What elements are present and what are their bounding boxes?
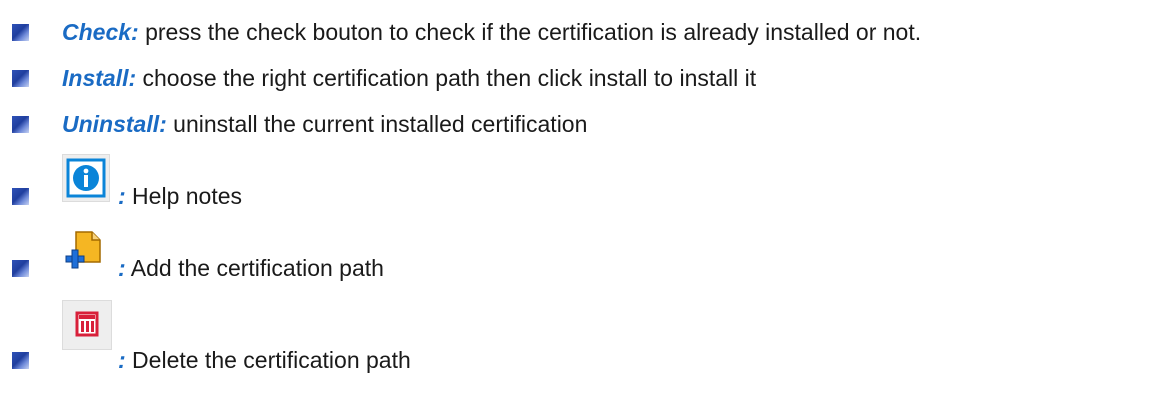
list-item-check: Check: press the check bouton to check i… xyxy=(0,12,1154,52)
bullet-icon xyxy=(12,188,29,205)
list-item-delete: : Delete the certification path xyxy=(0,294,1154,390)
install-description: Install: choose the right certification … xyxy=(62,64,756,92)
bullet-icon xyxy=(12,24,29,41)
keyword-check: Check: xyxy=(62,19,139,45)
text-uninstall: uninstall the current installed certific… xyxy=(166,111,588,137)
text-help: Help notes xyxy=(125,183,243,209)
colon-delete: : xyxy=(118,347,126,373)
bullet-icon xyxy=(12,352,29,369)
colon-help: : xyxy=(118,183,126,209)
keyword-install: Install: xyxy=(62,65,137,91)
text-install: choose the right certification path then… xyxy=(136,65,757,91)
list-item-add: : Add the certification path xyxy=(0,222,1154,286)
help-description: : Help notes xyxy=(118,182,242,210)
uninstall-description: Uninstall: uninstall the current install… xyxy=(62,110,587,138)
bullet-icon xyxy=(12,260,29,277)
keyword-uninstall: Uninstall: xyxy=(62,111,167,137)
add-document-icon xyxy=(62,226,110,274)
list-item-install: Install: choose the right certification … xyxy=(0,58,1154,98)
check-description: Check: press the check bouton to check i… xyxy=(62,18,921,46)
text-check: press the check bouton to check if the c… xyxy=(138,19,922,45)
delete-trash-icon xyxy=(62,300,112,350)
text-add: Add the certification path xyxy=(125,255,384,281)
help-document: Check: press the check bouton to check i… xyxy=(0,0,1154,396)
add-description: : Add the certification path xyxy=(118,254,384,282)
list-item-uninstall: Uninstall: uninstall the current install… xyxy=(0,104,1154,144)
text-delete: Delete the certification path xyxy=(125,347,411,373)
bullet-icon xyxy=(12,70,29,87)
colon-add: : xyxy=(118,255,126,281)
list-item-help: : Help notes xyxy=(0,150,1154,214)
delete-description: : Delete the certification path xyxy=(118,346,411,374)
bullet-icon xyxy=(12,116,29,133)
info-icon xyxy=(62,154,110,202)
